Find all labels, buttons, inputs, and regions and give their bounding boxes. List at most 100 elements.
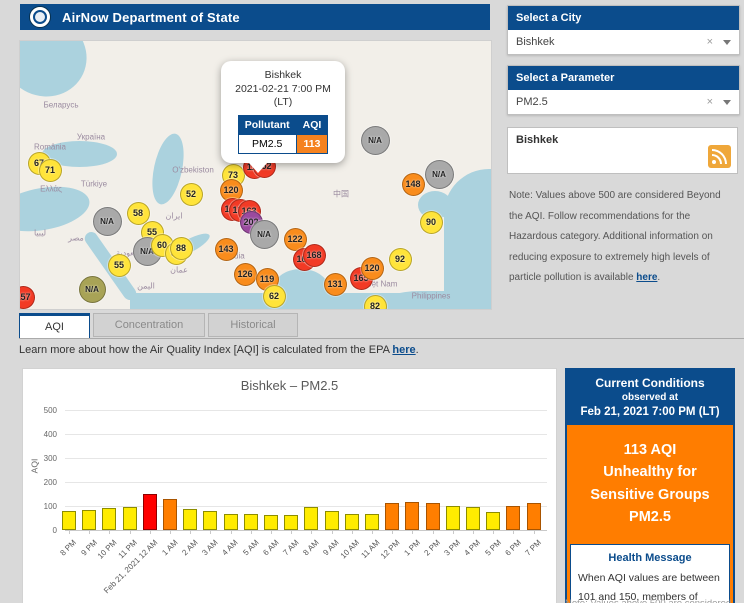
map-marker[interactable]: N/A: [249, 219, 279, 249]
aqi-category: Unhealthy for Sensitive Groups: [590, 464, 710, 503]
map-place-label: عمان: [170, 265, 188, 275]
map-marker[interactable]: 168: [302, 243, 326, 267]
chart-bar[interactable]: [203, 510, 218, 530]
chart-x-tick: [271, 530, 272, 534]
chart-x-tick: [412, 530, 414, 534]
map-marker[interactable]: 88: [169, 236, 193, 260]
chart-bar[interactable]: [102, 507, 117, 530]
observed-datetime: Feb 21, 2021 7:00 PM (LT): [580, 406, 720, 418]
popup-aqi-value: 113: [295, 133, 329, 154]
rss-icon[interactable]: [708, 145, 731, 168]
map-marker[interactable]: 157: [20, 285, 35, 309]
chart-bar[interactable]: [304, 507, 319, 530]
chart-bar[interactable]: [122, 506, 137, 530]
chart-x-tick-label: 12 PM: [378, 538, 402, 561]
chart-y-tick-label: 100: [43, 502, 57, 511]
clear-x-icon[interactable]: ×: [707, 96, 713, 108]
chart-bar[interactable]: [385, 503, 400, 530]
chart-bar[interactable]: [425, 502, 440, 530]
map-marker[interactable]: 148: [401, 172, 425, 196]
chart-gridline: [65, 434, 547, 435]
chart-x-tick: [149, 530, 151, 534]
tab-historical[interactable]: Historical: [208, 313, 298, 337]
chart-x-tick-label: 4 AM: [220, 538, 240, 558]
map-place-label: Ελλάς: [40, 184, 62, 194]
map-marker[interactable]: N/A: [424, 159, 454, 189]
chart-bar[interactable]: [284, 515, 299, 530]
parameter-select-header: Select a Parameter: [508, 66, 739, 90]
map-marker[interactable]: 62: [262, 284, 286, 308]
map-place-label: 中国: [333, 189, 349, 199]
chart-x-tick-label: 6 AM: [261, 538, 281, 558]
rss-feed-box: Bishkek: [507, 127, 738, 174]
chart-x-tick: [432, 530, 434, 534]
aqi-pollutant: PM2.5: [629, 509, 671, 526]
map-marker[interactable]: 120: [360, 256, 384, 280]
app-header: AirNow Department of State: [20, 4, 490, 30]
map-marker[interactable]: 90: [419, 210, 443, 234]
chart-x-tick: [372, 530, 373, 534]
chart-bar[interactable]: [62, 511, 76, 530]
chart-bar[interactable]: [526, 502, 541, 530]
health-message-title: Health Message: [608, 551, 692, 564]
water-pacific: [444, 169, 491, 309]
app-title: AirNow Department of State: [62, 9, 240, 25]
aqi-value-line: 113 AQI: [623, 442, 677, 458]
city-select-value: Bishkek: [516, 36, 555, 48]
chart-bar[interactable]: [344, 514, 359, 530]
tab-concentration[interactable]: Concentration: [93, 313, 205, 337]
chart-x-tick-label: 10 AM: [338, 538, 362, 561]
chart-x-tick-label: 7 PM: [523, 538, 543, 558]
chart-bar[interactable]: [486, 512, 501, 530]
map-marker[interactable]: 55: [107, 253, 131, 277]
chart-x-tick: [351, 530, 353, 534]
learn-more-link[interactable]: here: [392, 344, 415, 356]
sidebar-note-link[interactable]: here: [636, 272, 657, 283]
tab-aqi[interactable]: AQI: [19, 313, 90, 338]
chart-bar[interactable]: [183, 509, 198, 530]
chart-bar[interactable]: [243, 513, 258, 530]
map-marker[interactable]: 71: [38, 158, 62, 182]
chart-x-tick: [513, 530, 515, 534]
chart-bar[interactable]: [142, 493, 157, 530]
aqi-map[interactable]: Беларусь Україна România Türkiye Ελλάς O'zbek…: [19, 40, 492, 310]
chart-bar[interactable]: [405, 502, 420, 530]
chart-x-tick: [210, 530, 212, 534]
chart-bar[interactable]: [445, 506, 460, 530]
map-marker[interactable]: 126: [233, 262, 257, 286]
chart-x-tick: [170, 530, 171, 534]
chart-bar[interactable]: [264, 515, 278, 530]
chart-x-axis-line: [65, 530, 547, 531]
popup-pollutant-header: Pollutant: [237, 114, 297, 135]
popup-datetime: 2021-02-21 7:00 PM: [235, 82, 331, 95]
chart-x-tick: [452, 530, 454, 534]
map-marker[interactable]: N/A: [78, 275, 106, 303]
map-marker[interactable]: 92: [388, 247, 412, 271]
map-marker[interactable]: N/A: [92, 206, 122, 236]
map-marker[interactable]: 52: [179, 182, 203, 206]
chart-bar[interactable]: [324, 510, 339, 530]
chart-gridline: [65, 410, 547, 411]
chart-bar[interactable]: [223, 513, 238, 530]
map-marker[interactable]: 58: [126, 201, 150, 225]
chart-x-tick-label: 5 PM: [483, 538, 503, 558]
chart-x-tick: [473, 530, 474, 534]
chart-x-tick: [109, 530, 111, 534]
chart-bar[interactable]: [466, 507, 480, 530]
chart-x-tick-label: 10 PM: [96, 538, 119, 561]
chart-bar[interactable]: [365, 513, 379, 530]
clear-x-icon[interactable]: ×: [707, 36, 713, 48]
truncated-note: Note: Values above 500 are considered Be…: [565, 598, 740, 603]
chart-bar[interactable]: [163, 499, 177, 530]
chart-bar[interactable]: [506, 505, 521, 530]
dropdown-arrow-icon[interactable]: [723, 39, 731, 45]
chart-gridline: [65, 458, 547, 459]
map-marker[interactable]: N/A: [360, 125, 390, 155]
city-select[interactable]: Bishkek ×: [508, 30, 739, 54]
map-marker[interactable]: 143: [214, 237, 238, 261]
map-marker[interactable]: 131: [323, 272, 347, 296]
learn-more-text: Learn more about how the Air Quality Ind…: [19, 344, 393, 356]
chart-bar[interactable]: [82, 509, 97, 530]
parameter-select[interactable]: PM2.5 ×: [508, 90, 739, 114]
dropdown-arrow-icon[interactable]: [723, 99, 731, 105]
